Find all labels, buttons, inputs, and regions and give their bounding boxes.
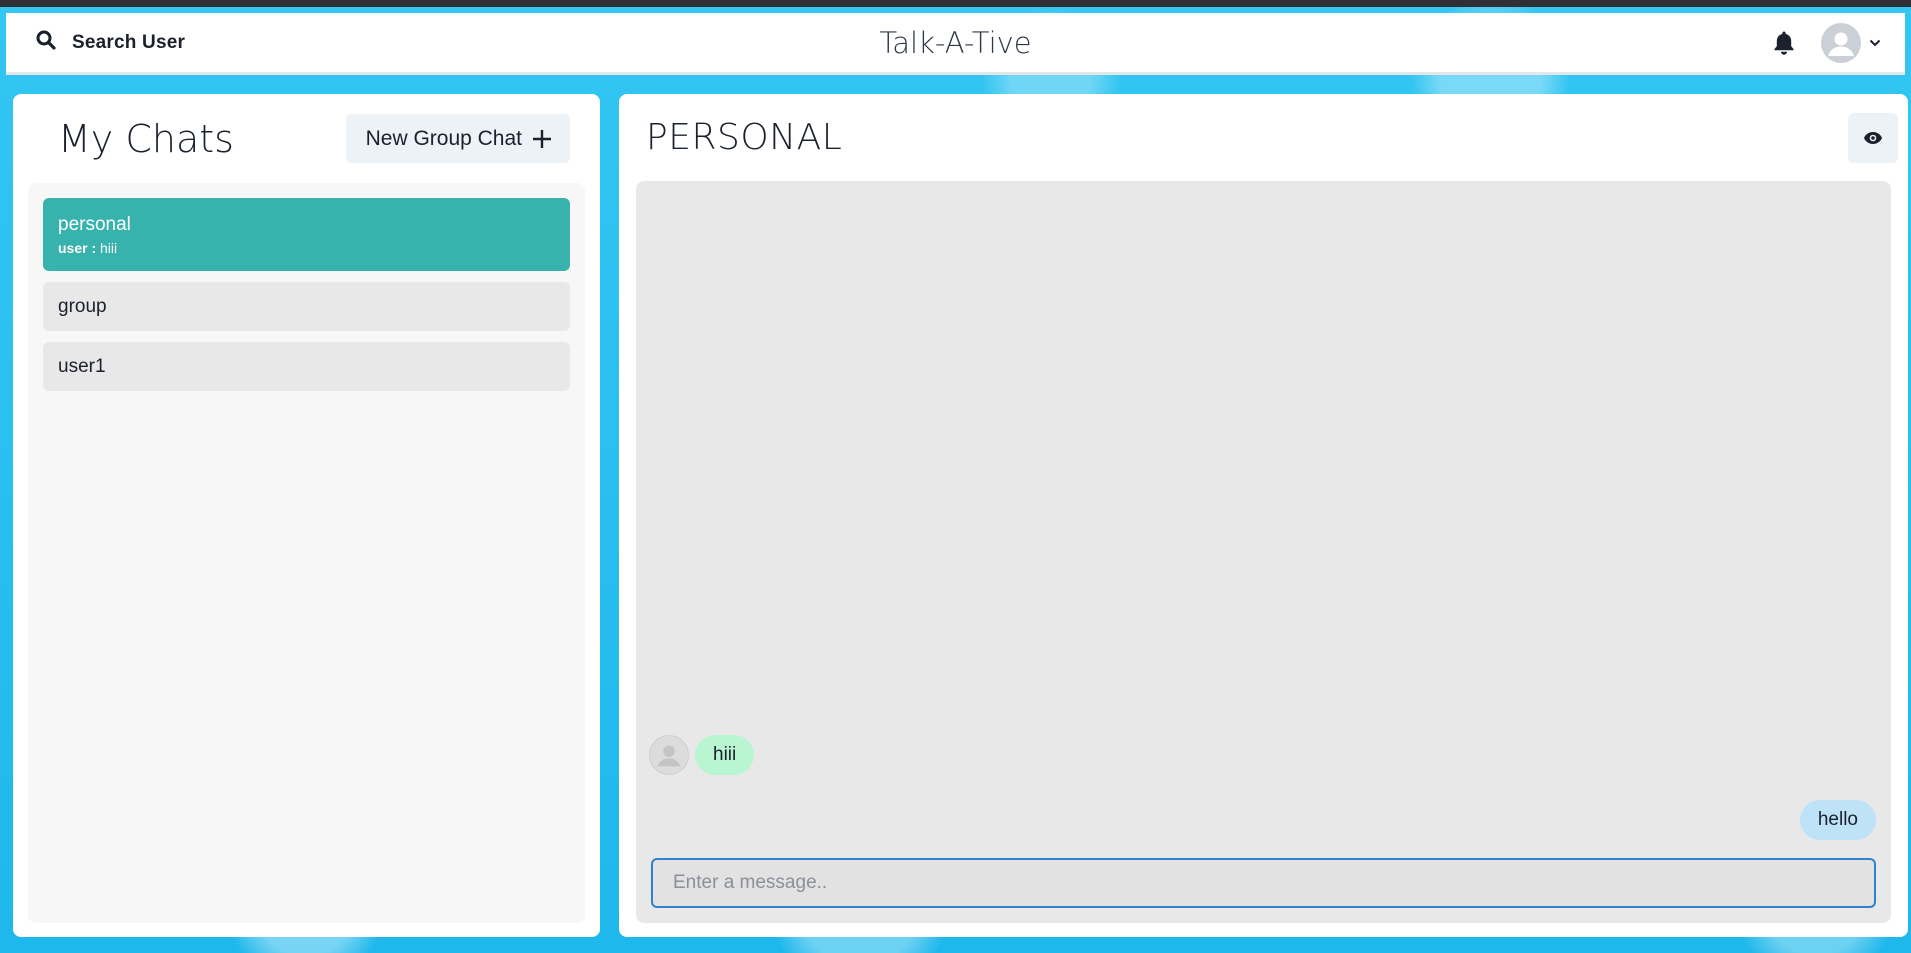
new-group-chat-label: New Group Chat [365,126,522,150]
eye-icon [1863,131,1883,145]
chevron-down-icon [1869,39,1881,47]
chat-item-name: personal [58,213,131,235]
my-chats-panel: My Chats New Group Chat personal user : … [13,94,600,937]
profile-menu-button[interactable] [1821,22,1881,63]
user-avatar-icon [1821,22,1861,63]
chat-item-name: group [58,295,107,317]
browser-top-strip [0,0,1911,7]
message-bubble-incoming: hiii [695,735,755,775]
message-row-outgoing: hello [1799,800,1876,840]
search-user-label: Search User [72,31,186,53]
plus-icon [532,129,552,149]
view-profile-button[interactable] [1848,112,1898,163]
chat-window: PERSONAL hiii hello [619,94,1908,937]
chat-item-personal[interactable]: personal user : hiii [43,198,570,271]
app-title: Talk-A-Tive [879,25,1032,60]
chat-item-user1[interactable]: user1 [43,342,570,391]
chat-item-latest-message: user : hiii [58,240,555,256]
chat-item-name: user1 [58,355,106,377]
search-user-button[interactable]: Search User [36,21,185,65]
message-input[interactable] [651,858,1876,908]
my-chats-title: My Chats [58,116,234,161]
new-group-chat-button[interactable]: New Group Chat [345,114,570,163]
message-bubble-outgoing: hello [1799,800,1876,840]
my-chats-header: My Chats New Group Chat [28,94,585,183]
chat-title: PERSONAL [646,117,843,158]
message-row-incoming: hiii [649,735,755,775]
top-navbar: Search User Talk-A-Tive [6,13,1905,75]
latest-sender: user : [58,239,97,256]
bell-icon[interactable] [1773,30,1795,56]
chat-item-group[interactable]: group [43,282,570,331]
chat-list: personal user : hiii group user1 [28,183,585,923]
search-icon [36,30,56,55]
latest-text: hiii [100,239,118,256]
sender-avatar-icon[interactable] [649,735,689,775]
messages-area: hiii hello [636,181,1891,923]
chat-window-header: PERSONAL [619,94,1908,181]
header-actions [1773,13,1881,72]
